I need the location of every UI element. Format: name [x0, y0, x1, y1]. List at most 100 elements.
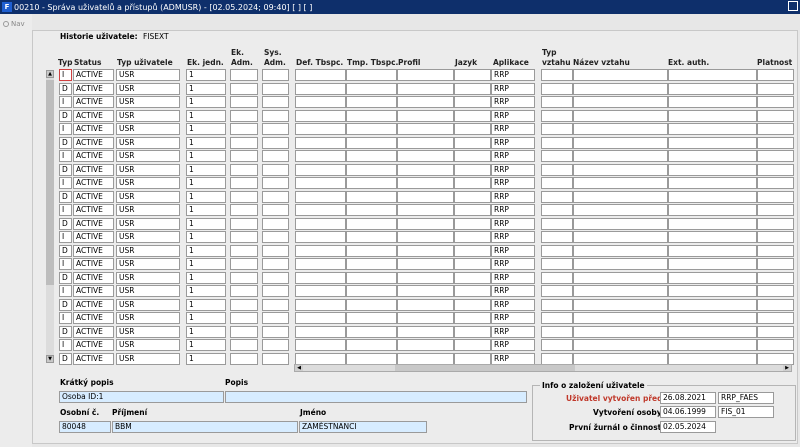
cell-nazev-vztahu[interactable] [573, 339, 668, 351]
cell-typ[interactable]: D [59, 109, 72, 122]
cell-nazev-vztahu[interactable] [573, 123, 668, 135]
cell-ext-auth[interactable] [668, 325, 757, 338]
cell-ek-jedn[interactable]: 1 [186, 123, 226, 135]
cell-status[interactable]: ACTIVE [73, 258, 114, 270]
cell-profil[interactable] [397, 82, 454, 95]
cell-profil[interactable] [397, 298, 454, 311]
cell-ek-jedn[interactable]: 1 [186, 352, 226, 365]
cell-typ[interactable]: D [59, 244, 72, 257]
cell-ek-adm[interactable] [230, 204, 258, 216]
cell-tmp-tbspc[interactable] [346, 244, 397, 257]
scroll-right-icon[interactable]: ▶ [783, 365, 791, 371]
cell-profil[interactable] [397, 285, 454, 297]
cell-typ[interactable]: I [59, 177, 72, 189]
cell-ek-adm[interactable] [230, 217, 258, 230]
cell-ek-adm[interactable] [230, 96, 258, 108]
cell-ek-adm[interactable] [230, 352, 258, 365]
cell-status[interactable]: ACTIVE [73, 217, 114, 230]
cell-platnost[interactable] [757, 244, 794, 257]
cell-aplikace[interactable]: RRP [491, 109, 535, 122]
cell-ek-adm[interactable] [230, 150, 258, 162]
cell-def-tbspc[interactable] [295, 258, 346, 270]
cell-sys-adm[interactable] [262, 217, 289, 230]
cell-typ[interactable]: I [59, 204, 72, 216]
cell-typ[interactable]: D [59, 271, 72, 284]
cell-status[interactable]: ACTIVE [73, 163, 114, 176]
cell-ek-jedn[interactable]: 1 [186, 69, 226, 81]
cell-profil[interactable] [397, 109, 454, 122]
cell-user-type[interactable]: USR [116, 177, 180, 189]
cell-jazyk[interactable] [454, 82, 491, 95]
cell-nazev-vztahu[interactable] [573, 150, 668, 162]
cell-typ[interactable]: I [59, 123, 72, 135]
cell-sys-adm[interactable] [262, 150, 289, 162]
cell-ext-auth[interactable] [668, 339, 757, 351]
cell-ek-adm[interactable] [230, 136, 258, 149]
cell-def-tbspc[interactable] [295, 82, 346, 95]
cell-platnost[interactable] [757, 163, 794, 176]
cell-sys-adm[interactable] [262, 352, 289, 365]
cell-status[interactable]: ACTIVE [73, 339, 114, 351]
cell-typ-vztahu[interactable] [541, 123, 573, 135]
cell-tmp-tbspc[interactable] [346, 96, 397, 108]
cell-tmp-tbspc[interactable] [346, 231, 397, 243]
cell-jazyk[interactable] [454, 258, 491, 270]
cell-aplikace[interactable]: RRP [491, 96, 535, 108]
cell-platnost[interactable] [757, 312, 794, 324]
cell-ek-jedn[interactable]: 1 [186, 298, 226, 311]
cell-user-type[interactable]: USR [116, 204, 180, 216]
cell-profil[interactable] [397, 69, 454, 81]
cell-typ[interactable]: D [59, 325, 72, 338]
vertical-scrollbar[interactable]: ▲ ▼ [46, 70, 54, 363]
cell-typ-vztahu[interactable] [541, 271, 573, 284]
cell-def-tbspc[interactable] [295, 69, 346, 81]
cell-profil[interactable] [397, 352, 454, 365]
cell-platnost[interactable] [757, 231, 794, 243]
cell-typ-vztahu[interactable] [541, 96, 573, 108]
cell-user-type[interactable]: USR [116, 136, 180, 149]
cell-status[interactable]: ACTIVE [73, 177, 114, 189]
cell-typ-vztahu[interactable] [541, 352, 573, 365]
cell-def-tbspc[interactable] [295, 244, 346, 257]
cell-sys-adm[interactable] [262, 190, 289, 203]
cell-aplikace[interactable]: RRP [491, 136, 535, 149]
cell-ek-adm[interactable] [230, 258, 258, 270]
cell-aplikace[interactable]: RRP [491, 298, 535, 311]
cell-typ-vztahu[interactable] [541, 244, 573, 257]
cell-profil[interactable] [397, 339, 454, 351]
cell-typ[interactable]: D [59, 163, 72, 176]
cell-platnost[interactable] [757, 123, 794, 135]
cell-ek-jedn[interactable]: 1 [186, 204, 226, 216]
cell-def-tbspc[interactable] [295, 231, 346, 243]
cell-nazev-vztahu[interactable] [573, 231, 668, 243]
cell-typ[interactable]: I [59, 96, 72, 108]
hscroll-thumb[interactable] [395, 365, 575, 371]
cell-typ[interactable]: D [59, 190, 72, 203]
cell-user-type[interactable]: USR [116, 123, 180, 135]
cell-jazyk[interactable] [454, 244, 491, 257]
cell-ext-auth[interactable] [668, 190, 757, 203]
cell-ext-auth[interactable] [668, 231, 757, 243]
cell-nazev-vztahu[interactable] [573, 109, 668, 122]
cell-ek-adm[interactable] [230, 298, 258, 311]
cell-jazyk[interactable] [454, 312, 491, 324]
cell-user-type[interactable]: USR [116, 339, 180, 351]
cell-platnost[interactable] [757, 298, 794, 311]
cell-ek-adm[interactable] [230, 123, 258, 135]
cell-tmp-tbspc[interactable] [346, 123, 397, 135]
cell-ext-auth[interactable] [668, 271, 757, 284]
cell-nazev-vztahu[interactable] [573, 204, 668, 216]
cell-tmp-tbspc[interactable] [346, 217, 397, 230]
cell-profil[interactable] [397, 136, 454, 149]
cell-ext-auth[interactable] [668, 82, 757, 95]
cell-user-type[interactable]: USR [116, 298, 180, 311]
cell-tmp-tbspc[interactable] [346, 190, 397, 203]
cell-status[interactable]: ACTIVE [73, 109, 114, 122]
cell-platnost[interactable] [757, 339, 794, 351]
cell-aplikace[interactable]: RRP [491, 244, 535, 257]
cell-sys-adm[interactable] [262, 163, 289, 176]
cell-platnost[interactable] [757, 204, 794, 216]
cell-tmp-tbspc[interactable] [346, 109, 397, 122]
cell-nazev-vztahu[interactable] [573, 298, 668, 311]
cell-profil[interactable] [397, 96, 454, 108]
